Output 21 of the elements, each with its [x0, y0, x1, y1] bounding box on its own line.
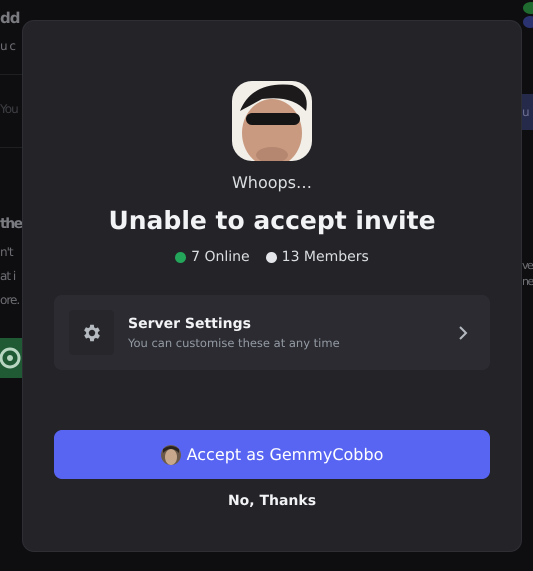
leaf-drawing — [522, 0, 533, 28]
text-fragment: n't — [0, 244, 13, 260]
text-fragment: u c — [0, 38, 16, 54]
app-icon — [0, 338, 22, 378]
decline-link[interactable]: No, Thanks — [224, 491, 320, 511]
server-settings-item[interactable]: Server Settings You can customise these at any time — [54, 295, 490, 370]
accept-button[interactable]: Accept as GemmyCobbo — [54, 430, 490, 479]
text-fragment: ve — [522, 258, 532, 274]
subtitle: Whoops… — [232, 173, 312, 192]
chevron-right-icon — [458, 324, 468, 340]
member-count: 13 Members — [282, 249, 369, 265]
heading-fragment: the — [0, 216, 22, 232]
item-description: You can customise these at any time — [128, 336, 341, 350]
text-fragment: ore. — [0, 292, 20, 308]
member-count: 7 Online — [191, 249, 250, 265]
text-fragment: u — [522, 94, 533, 130]
dialog-title: Unable to accept invite — [108, 206, 436, 235]
heading-fragment: dd — [0, 10, 20, 26]
text-fragment: at i — [0, 268, 16, 284]
item-title: Server Settings — [128, 316, 252, 332]
text-fragment: ne — [522, 274, 533, 290]
